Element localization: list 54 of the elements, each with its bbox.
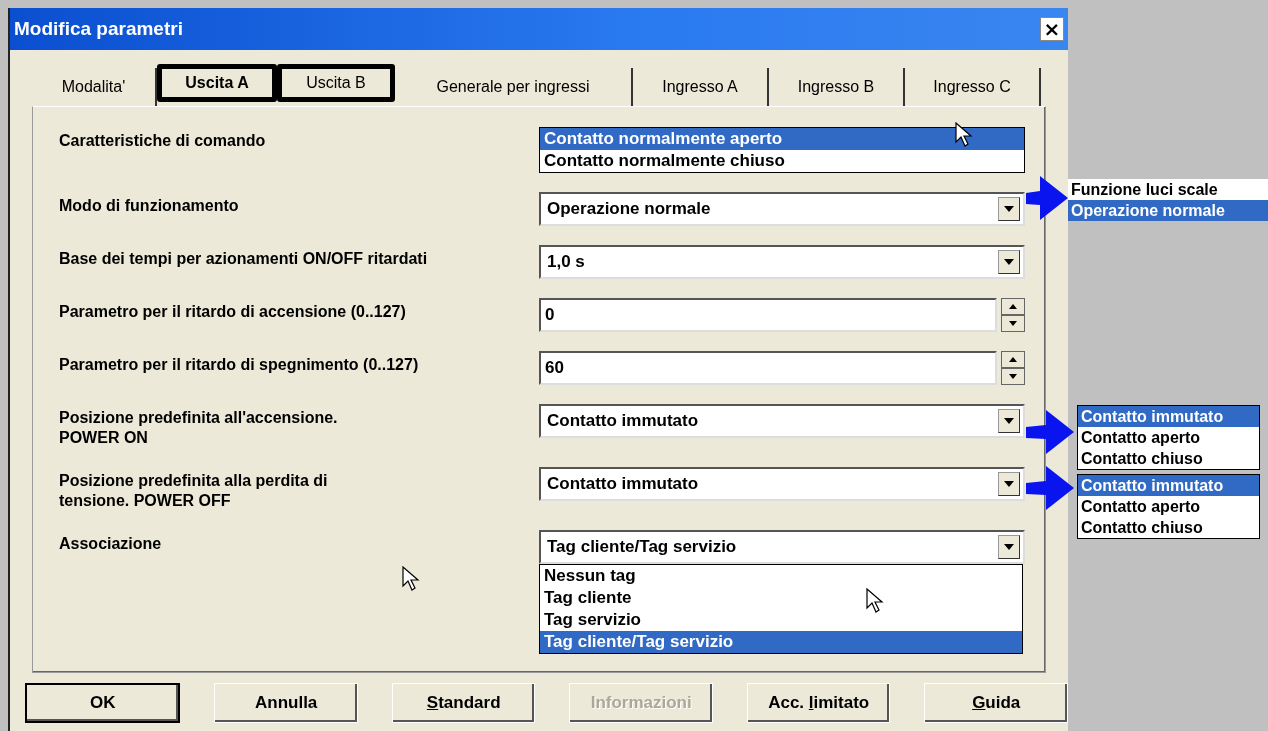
dropdown-button[interactable] [998, 197, 1020, 221]
dialog-button[interactable]: Standard [391, 683, 536, 723]
caret-icon [1004, 259, 1014, 265]
dropdown-button[interactable] [998, 472, 1020, 496]
down-icon [1009, 321, 1017, 326]
up-icon [1009, 304, 1017, 309]
parameter-label: Parametro per il ritardo di spegnimento (0..127) [59, 355, 420, 375]
spin-up-button[interactable] [1001, 351, 1025, 368]
dropdown-field[interactable]: Operazione normale [539, 192, 1025, 226]
dialog-button[interactable]: Guida [924, 683, 1068, 723]
tab[interactable]: Uscita A [157, 64, 277, 102]
pointer-arrow [1026, 176, 1068, 220]
pointer-arrow [1026, 466, 1074, 510]
spin-up-button[interactable] [1001, 298, 1025, 315]
parameter-label: Associazione [59, 534, 163, 554]
dialog-button[interactable]: Annulla [214, 683, 358, 723]
cursor-icon [402, 566, 420, 592]
window-title: Modifica parametri [14, 18, 183, 40]
caret-icon [1004, 481, 1014, 487]
list-option[interactable]: Contatto normalmente aperto [540, 128, 1024, 150]
parameter-label: Posizione predefinita all'accensione. POWER ON [59, 408, 339, 448]
parameter-label: Modo di funzionamento [59, 196, 240, 216]
dialog-button[interactable]: OK [25, 683, 181, 723]
parameter-label: Parametro per il ritardo di accensione (0..127) [59, 302, 407, 322]
list-option[interactable]: Tag cliente/Tag servizio [540, 631, 1022, 653]
spin-down-button[interactable] [1001, 368, 1025, 385]
cursor-icon [955, 122, 973, 148]
close-button[interactable]: × [1040, 17, 1064, 41]
spin-down-button[interactable] [1001, 315, 1025, 332]
down-icon [1009, 374, 1017, 379]
callout-option: Contatto immutato [1078, 475, 1259, 496]
up-icon [1009, 357, 1017, 362]
caret-icon [1004, 418, 1014, 424]
dropdown-button[interactable] [998, 250, 1020, 274]
dialog-button[interactable]: Acc. limitato [746, 683, 891, 723]
caret-icon [1004, 206, 1014, 212]
caret-icon [1004, 544, 1014, 550]
parameter-label: Posizione predefinita alla perdita di tensione. POWER OFF [59, 471, 329, 511]
number-field[interactable]: 0 [539, 298, 997, 332]
number-field[interactable]: 60 [539, 351, 997, 385]
dropdown-field[interactable]: Tag cliente/Tag servizio [539, 530, 1025, 564]
callout-option: Contatto immutato [1078, 406, 1259, 427]
dropdown-field[interactable]: Contatto immutato [539, 404, 1025, 438]
option-list[interactable]: Contatto normalmente aperto Contatto normalmente chiuso [539, 127, 1025, 173]
parameter-label: Base dei tempi per azionamenti ON/OFF ritardati [59, 249, 429, 269]
dropdown-button[interactable] [998, 535, 1020, 559]
dropdown-button[interactable] [998, 409, 1020, 433]
cursor-icon [866, 588, 884, 614]
tab[interactable]: Uscita B [277, 64, 395, 102]
parameter-label: Caratteristiche di comando [59, 131, 267, 151]
dropdown-field[interactable]: 1,0 s [539, 245, 1025, 279]
callout-option: Operazione normale [1068, 200, 1268, 221]
pointer-arrow [1026, 410, 1074, 454]
dropdown-field[interactable]: Contatto immutato [539, 467, 1025, 501]
